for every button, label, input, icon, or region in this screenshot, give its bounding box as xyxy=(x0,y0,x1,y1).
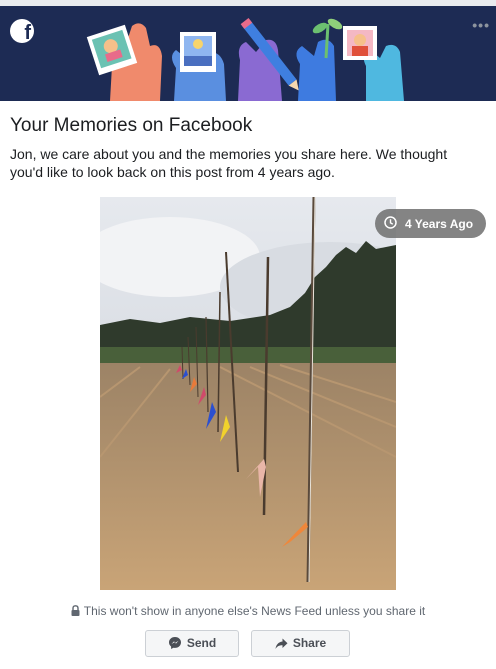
memories-message: Jon, we care about you and the memories … xyxy=(10,146,448,180)
clock-icon xyxy=(384,216,397,229)
privacy-note-text: This won't show in anyone else's News Fe… xyxy=(83,604,426,618)
share-button[interactable]: Share xyxy=(251,630,350,657)
memories-banner: f ••• xyxy=(0,6,496,101)
share-arrow-icon xyxy=(275,638,288,649)
memory-photo[interactable] xyxy=(100,197,396,590)
logo-glyph: f xyxy=(24,22,31,44)
banner-illustration xyxy=(86,18,404,101)
messenger-icon xyxy=(168,637,181,649)
more-options-icon[interactable]: ••• xyxy=(472,17,490,33)
share-button-label: Share xyxy=(292,636,327,650)
memory-photo-image xyxy=(100,197,396,590)
privacy-note: This won't show in anyone else's News Fe… xyxy=(0,604,496,618)
memories-title: Your Memories on Facebook xyxy=(10,115,253,136)
send-button-label: Send xyxy=(186,636,217,650)
lock-icon xyxy=(71,605,80,616)
badge-label: 4 Years Ago xyxy=(405,217,474,231)
send-button[interactable]: Send xyxy=(145,630,239,657)
memory-age-badge: 4 Years Ago xyxy=(375,209,486,238)
facebook-logo-icon: f xyxy=(10,19,34,44)
